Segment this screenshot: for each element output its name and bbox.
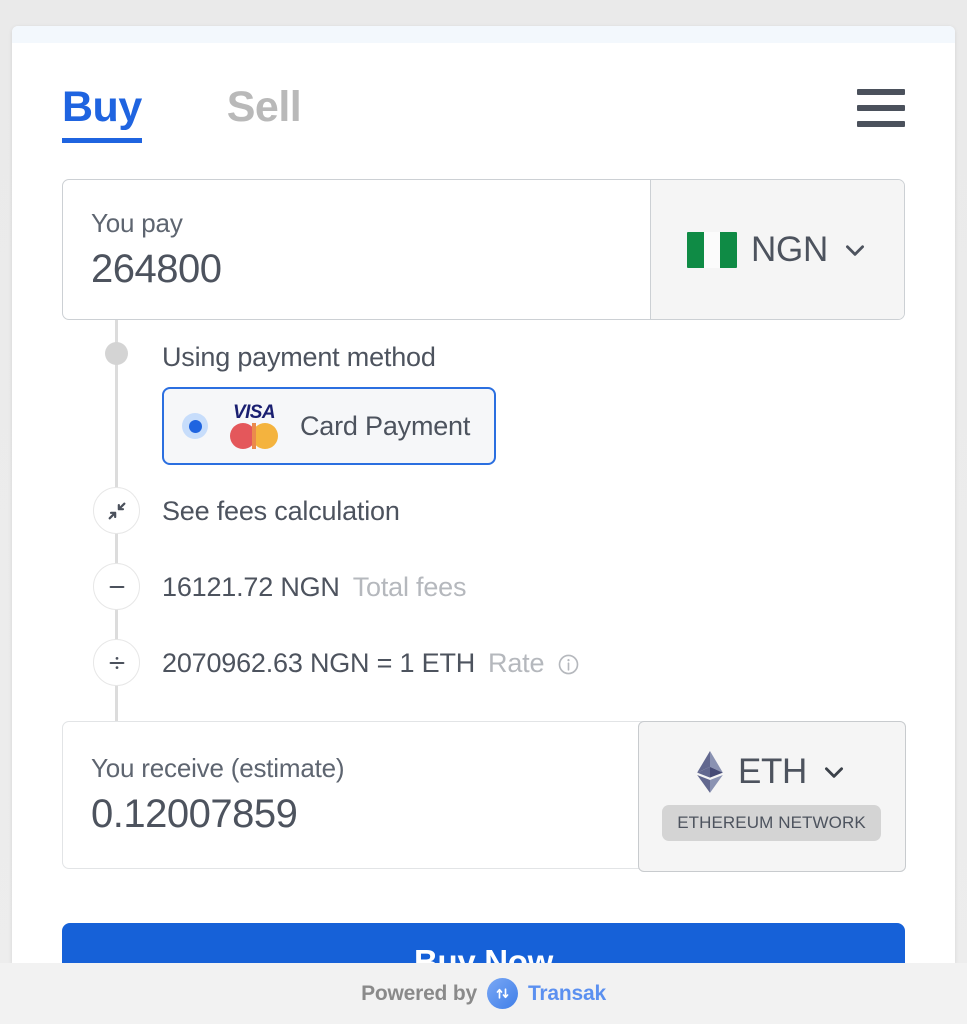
transak-brand-name: Transak bbox=[527, 981, 606, 1005]
minus-icon bbox=[93, 563, 140, 611]
see-fees-label[interactable]: See fees calculation bbox=[162, 496, 400, 527]
rate-row: 2070962.63 NGN = 1 ETH Rate bbox=[62, 625, 905, 701]
collapse-arrows-icon[interactable] bbox=[93, 487, 140, 535]
payment-option-card[interactable]: VISA Card Payment bbox=[162, 387, 497, 466]
card-brand-logos: VISA bbox=[225, 402, 283, 450]
timeline-dot bbox=[105, 342, 128, 366]
widget-body: Buy Sell You pay 264800 NGN Using paymen… bbox=[12, 43, 955, 963]
you-pay-label: You pay bbox=[91, 207, 183, 238]
powered-by-label: Powered by bbox=[361, 981, 477, 1005]
see-fees-row[interactable]: See fees calculation bbox=[62, 473, 905, 549]
nigeria-flag-icon bbox=[687, 231, 738, 268]
you-pay-input-area[interactable]: You pay 264800 bbox=[63, 180, 650, 319]
total-fees-text: 16121.72 NGN Total fees bbox=[162, 572, 466, 603]
fiat-currency-selector[interactable]: NGN bbox=[650, 180, 904, 320]
rate-value: 2070962.63 NGN = 1 ETH bbox=[162, 647, 476, 678]
fiat-currency-code: NGN bbox=[751, 229, 828, 269]
payment-method-heading: Using payment method bbox=[162, 342, 436, 373]
you-pay-amount-input[interactable]: 264800 bbox=[91, 247, 622, 292]
total-fees-label: Total fees bbox=[352, 571, 467, 602]
buy-now-button[interactable]: Buy Now bbox=[62, 923, 905, 963]
crypto-currency-code: ETH bbox=[737, 752, 808, 792]
you-receive-box: You receive (estimate) 0.12007859 ETH ET… bbox=[62, 720, 906, 872]
hamburger-line bbox=[857, 121, 905, 127]
widget-top-accent-bar bbox=[12, 26, 955, 43]
tab-sell[interactable]: Sell bbox=[227, 84, 302, 138]
payment-method-options: VISA Card Payment bbox=[162, 387, 905, 466]
info-circle-icon[interactable] bbox=[557, 652, 580, 675]
crypto-selector-top: ETH bbox=[696, 751, 847, 794]
hamburger-line bbox=[857, 89, 905, 95]
chevron-down-icon bbox=[821, 759, 847, 785]
rate-label: Rate bbox=[488, 647, 545, 678]
payment-method-row: Using payment method bbox=[62, 320, 905, 377]
chevron-down-icon bbox=[842, 237, 868, 263]
total-fees-value: 16121.72 NGN bbox=[162, 571, 340, 602]
ethereum-logo bbox=[696, 751, 724, 794]
mastercard-logo bbox=[230, 423, 278, 450]
crypto-currency-selector[interactable]: ETH ETHEREUM NETWORK bbox=[637, 720, 906, 872]
divide-icon bbox=[93, 639, 140, 687]
hamburger-line bbox=[857, 105, 905, 111]
tab-bar: Buy Sell bbox=[62, 43, 905, 144]
payment-option-label: Card Payment bbox=[300, 410, 471, 441]
you-pay-box: You pay 264800 NGN bbox=[62, 179, 905, 321]
fee-timeline: Using payment method VISA Card Payment S… bbox=[62, 320, 905, 733]
network-badge: ETHEREUM NETWORK bbox=[662, 805, 881, 842]
rate-text: 2070962.63 NGN = 1 ETH Rate bbox=[162, 648, 580, 679]
hamburger-menu-icon[interactable] bbox=[857, 89, 905, 127]
payment-option-radio[interactable] bbox=[182, 413, 208, 440]
tab-buy[interactable]: Buy bbox=[62, 84, 142, 144]
transak-widget-card: Buy Sell You pay 264800 NGN Using paymen… bbox=[12, 26, 955, 963]
total-fees-row: 16121.72 NGN Total fees bbox=[62, 549, 905, 625]
transak-logo bbox=[486, 978, 518, 1009]
footer: Powered by Transak bbox=[0, 963, 967, 1024]
visa-logo: VISA bbox=[233, 402, 276, 424]
